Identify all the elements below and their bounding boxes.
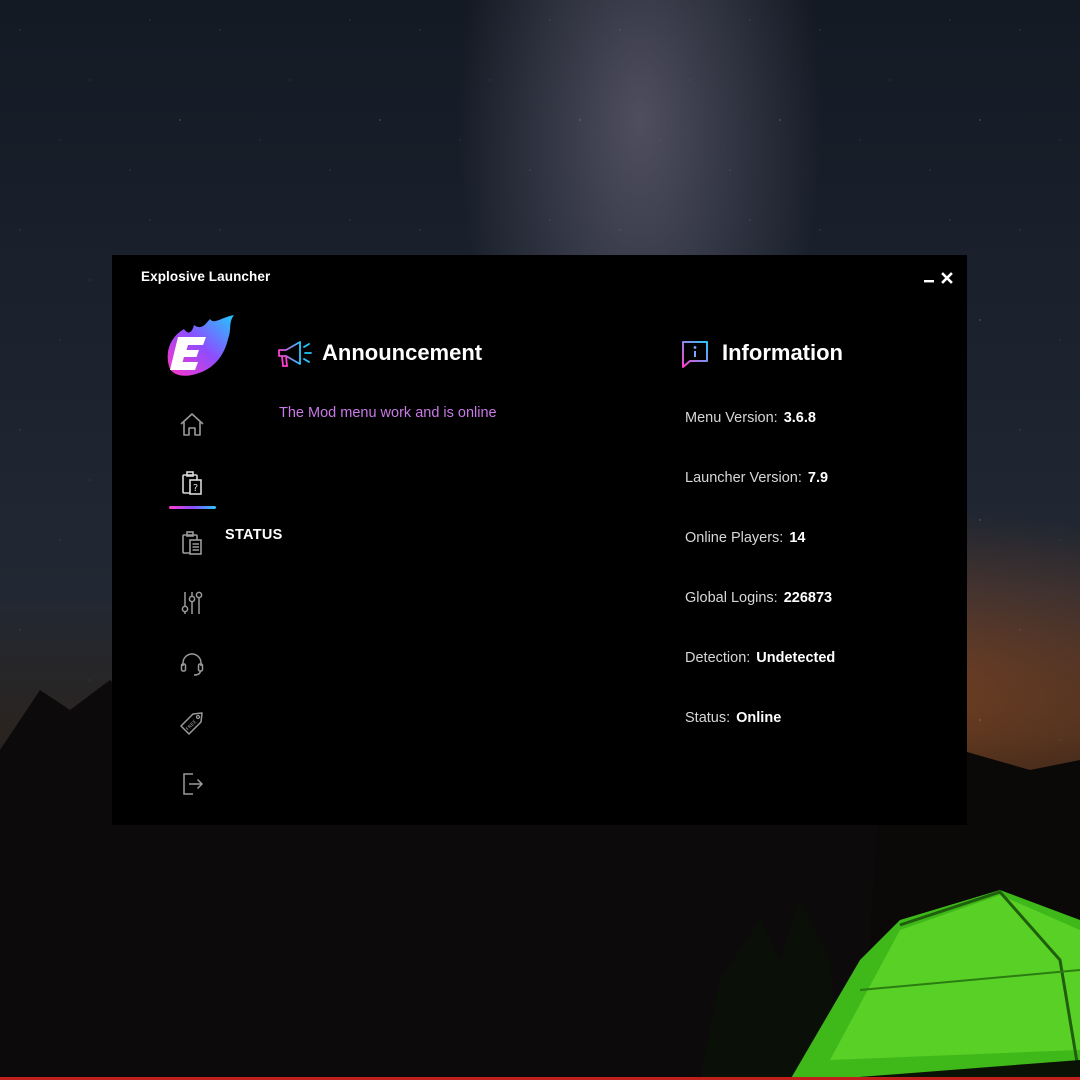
info-label: Global Logins: bbox=[685, 590, 778, 606]
info-row-detection: Detection: Undetected bbox=[685, 650, 835, 666]
sliders-icon bbox=[181, 591, 203, 614]
minimize-icon[interactable] bbox=[923, 272, 935, 284]
info-row-online-players: Online Players: 14 bbox=[685, 530, 805, 546]
headset-icon bbox=[180, 653, 204, 676]
close-icon[interactable] bbox=[941, 272, 953, 284]
home-icon bbox=[180, 413, 204, 436]
nav-settings[interactable] bbox=[174, 585, 210, 621]
window-title: Explosive Launcher bbox=[141, 269, 271, 284]
nav-home[interactable] bbox=[174, 407, 210, 443]
info-value: Online bbox=[736, 710, 782, 726]
explosive-logo bbox=[167, 315, 234, 376]
info-value: 226873 bbox=[783, 590, 833, 606]
info-row-status: Status: Online bbox=[685, 710, 781, 726]
nav-active-indicator bbox=[169, 506, 216, 509]
info-label: Online Players: bbox=[685, 530, 784, 546]
info-row-menu-version: Menu Version: 3.6.8 bbox=[685, 410, 816, 426]
logout-icon bbox=[183, 773, 204, 795]
nav-logout[interactable] bbox=[174, 766, 210, 802]
nav-free[interactable]: FREE bbox=[174, 705, 210, 741]
info-value: 14 bbox=[789, 530, 806, 546]
info-value: 7.9 bbox=[807, 470, 829, 486]
announcement-message: The Mod menu work and is online bbox=[279, 405, 497, 421]
announcement-title: Announcement bbox=[322, 340, 483, 365]
info-label: Status: bbox=[685, 710, 731, 726]
info-value: 3.6.8 bbox=[783, 410, 816, 426]
nav-support[interactable] bbox=[174, 646, 210, 682]
info-label: Detection: bbox=[685, 650, 751, 666]
clipboard-question-icon: ? bbox=[182, 471, 202, 495]
information-title: Information bbox=[722, 340, 843, 365]
info-label: Menu Version: bbox=[685, 410, 778, 426]
megaphone-icon bbox=[278, 341, 312, 367]
svg-text:?: ? bbox=[193, 483, 198, 494]
free-tag-icon: FREE bbox=[180, 712, 203, 735]
info-label: Launcher Version: bbox=[685, 470, 802, 486]
launcher-window: Explosive Launcher ? STATUS FREE Announc… bbox=[112, 255, 967, 825]
info-row-global-logins: Global Logins: 226873 bbox=[685, 590, 832, 606]
clipboard-list-icon bbox=[182, 531, 202, 555]
status-tooltip: STATUS bbox=[225, 527, 283, 543]
window-controls bbox=[923, 272, 953, 284]
info-value: Undetected bbox=[756, 650, 836, 666]
info-row-launcher-version: Launcher Version: 7.9 bbox=[685, 470, 828, 486]
nav-status[interactable] bbox=[174, 525, 210, 561]
nav-announcements[interactable]: ? bbox=[174, 465, 210, 501]
info-chat-icon bbox=[682, 341, 708, 368]
